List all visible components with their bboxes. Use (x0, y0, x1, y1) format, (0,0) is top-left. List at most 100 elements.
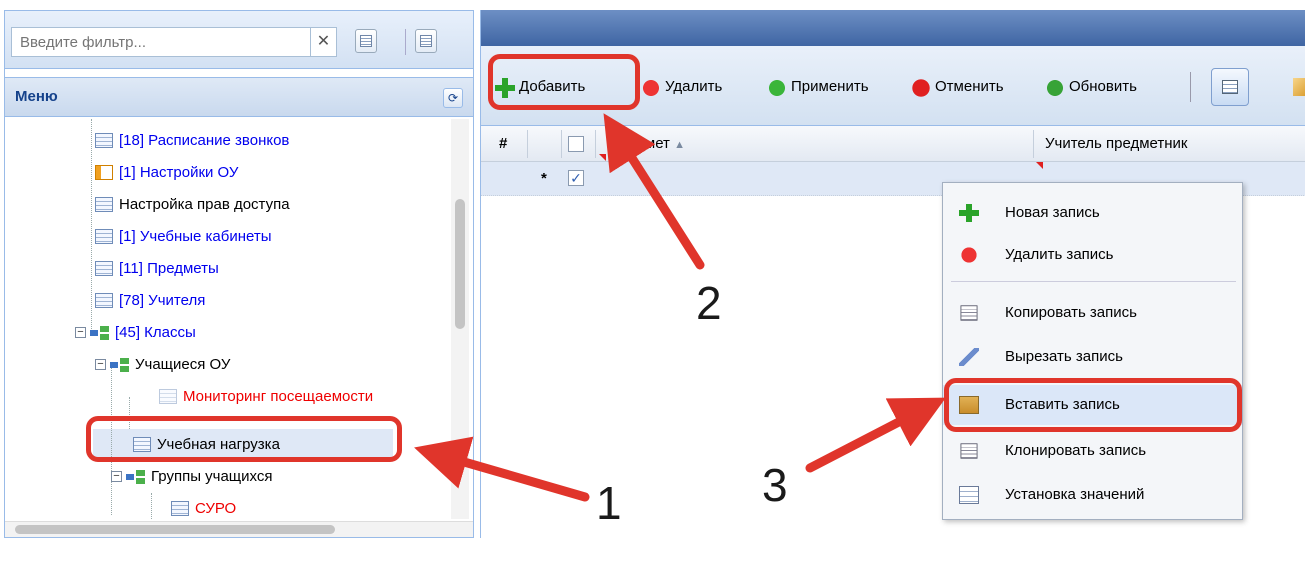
tree-connector (91, 119, 92, 329)
stop-icon (911, 78, 931, 98)
expand-tree-button[interactable] (355, 29, 377, 53)
tree-item-label: [18] Расписание звонков (119, 132, 290, 149)
tree-expand-icon (360, 35, 372, 47)
page-bottom-margin (0, 538, 1305, 563)
grid-view-button[interactable] (1211, 68, 1249, 106)
context-menu: Новая запись Удалить запись Копировать з… (942, 182, 1243, 520)
list-icon (959, 486, 979, 504)
dirty-cell-marker (599, 154, 606, 161)
cancel-button-label: Отменить (935, 78, 1004, 95)
highlight-paste-record (944, 378, 1242, 432)
refresh-button[interactable]: Обновить (1045, 72, 1185, 102)
column-header-number: # (499, 135, 508, 152)
context-item-set-values[interactable]: Установка значений (943, 475, 1242, 515)
copy-icon (960, 305, 978, 321)
menu-title: Меню (15, 88, 58, 105)
collapse-toggle-icon[interactable]: − (75, 327, 86, 338)
cancel-button[interactable]: Отменить (911, 72, 1041, 102)
context-item-cut-record[interactable]: Вырезать запись (943, 337, 1242, 377)
context-item-label: Удалить запись (1005, 246, 1114, 263)
context-item-clone-record[interactable]: Клонировать запись (943, 431, 1242, 471)
column-header-teacher[interactable]: Учитель предметник (1045, 126, 1188, 162)
context-item-label: Установка значений (1005, 486, 1145, 503)
highlight-add-button (488, 54, 640, 110)
step-number-3: 3 (762, 459, 788, 511)
collapse-toggle-icon[interactable]: − (111, 471, 122, 482)
context-item-copy-record[interactable]: Копировать запись (943, 293, 1242, 333)
context-item-label: Клонировать запись (1005, 442, 1147, 459)
folder-tree-icon (126, 470, 146, 484)
tree-connector (151, 493, 152, 519)
filter-input[interactable] (11, 27, 311, 57)
folder-tree-icon (110, 358, 130, 372)
table-icon (95, 133, 113, 148)
plus-icon (959, 204, 979, 222)
collapse-toggle-icon[interactable]: − (95, 359, 106, 370)
context-item-new-record[interactable]: Новая запись (943, 193, 1242, 233)
apply-button[interactable]: Применить (767, 72, 907, 102)
folder-tree-icon (90, 326, 110, 340)
sort-ascending-icon: ▲ (674, 139, 685, 151)
panel-title-bar (481, 10, 1305, 46)
tree-item-label: [11] Предметы (119, 260, 219, 277)
select-all-checkbox[interactable] (568, 136, 584, 152)
tree-item-label: [1] Настройки ОУ (119, 164, 239, 181)
settings-list-icon (95, 165, 113, 180)
column-header-subject[interactable]: Предмет ▲ (609, 126, 685, 162)
list-icon (420, 35, 432, 47)
grid-header: # Предмет ▲ Учитель предметник (481, 126, 1305, 162)
apply-button-label: Применить (791, 78, 869, 95)
edit-icon[interactable] (1293, 78, 1305, 96)
clone-icon (960, 443, 978, 459)
context-item-delete-record[interactable]: Удалить запись (943, 235, 1242, 275)
delete-button[interactable]: Удалить (641, 72, 761, 102)
tree-item-label: [1] Учебные кабинеты (119, 228, 272, 245)
column-divider (1033, 130, 1034, 158)
filter-bar: ✕ (5, 11, 473, 69)
column-divider (527, 130, 528, 158)
tree-item-label: Группы учащихся (151, 468, 273, 485)
tree-item-label: Настройка прав доступа (119, 196, 290, 213)
new-row-marker: * (541, 170, 547, 187)
step-number-2: 2 (696, 277, 722, 329)
table-icon (95, 261, 113, 276)
tree-item-label: Мониторинг посещаемости (183, 388, 374, 405)
step-number-1: 1 (596, 477, 622, 529)
tree-horizontal-scroll-thumb[interactable] (15, 525, 335, 534)
delete-button-label: Удалить (665, 78, 723, 95)
scissors-icon (959, 348, 979, 366)
delete-icon (959, 246, 979, 264)
toolbar-divider (405, 29, 406, 55)
table-icon (95, 197, 113, 212)
checkmark-icon (767, 78, 787, 98)
table-icon (95, 293, 113, 308)
screenshot-root: ✕ Меню ⟳ [18] Расписание звонков [1] Нас… (0, 0, 1305, 563)
tree-item-label: Учащиеся ОУ (135, 356, 231, 373)
toolbar-divider (1190, 72, 1191, 102)
context-item-label: Копировать запись (1005, 304, 1137, 321)
dirty-cell-marker (1036, 162, 1043, 169)
tree-item-label: [45] Классы (115, 324, 196, 341)
refresh-button-label: Обновить (1069, 78, 1137, 95)
column-header-subject-label: Предмет (609, 135, 670, 152)
collapse-tree-button[interactable] (415, 29, 437, 53)
tree-item-label: [78] Учителя (119, 292, 206, 309)
refresh-icon (1045, 78, 1065, 98)
table-icon (95, 229, 113, 244)
table-icon (159, 389, 177, 404)
row-checkbox[interactable]: ✓ (568, 170, 584, 186)
column-divider (561, 130, 562, 158)
tree-vertical-scroll-thumb[interactable] (455, 199, 465, 329)
menu-refresh-icon[interactable]: ⟳ (443, 88, 463, 108)
menu-header: Меню ⟳ (5, 77, 473, 117)
context-item-label: Вырезать запись (1005, 348, 1123, 365)
highlight-teaching-load (86, 416, 402, 462)
delete-icon (641, 78, 661, 98)
context-item-label: Новая запись (1005, 204, 1100, 221)
tree-item-label: СУРО (195, 500, 237, 517)
grid-view-icon (1222, 80, 1238, 94)
clear-filter-icon[interactable]: ✕ (311, 27, 337, 57)
column-divider (595, 130, 596, 158)
menu-separator (951, 281, 1236, 282)
table-icon (171, 501, 189, 516)
